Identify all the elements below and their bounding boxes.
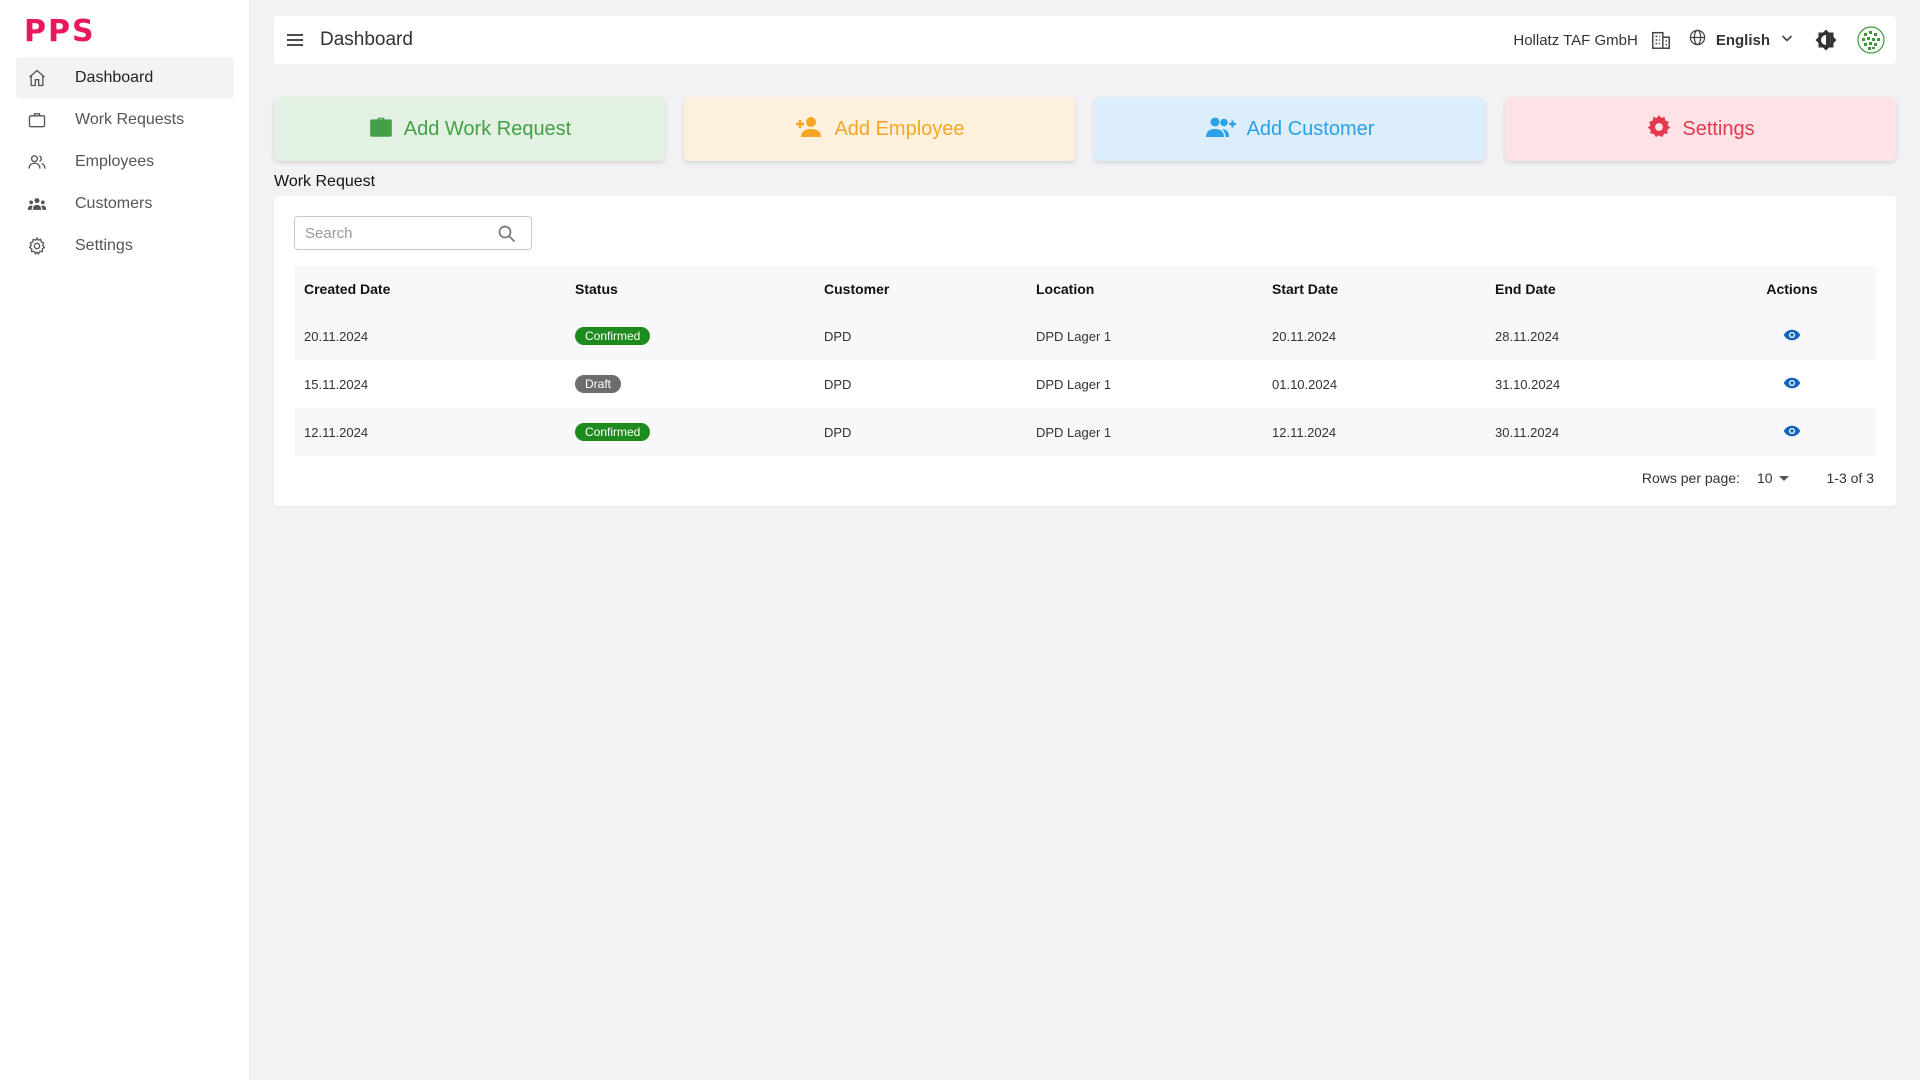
sidebar-item-label: Dashboard bbox=[75, 69, 154, 86]
customer-cell: DPD bbox=[824, 424, 852, 440]
table-row: 20.11.2024 Confirmed DPD DPD Lager 1 20.… bbox=[294, 312, 1876, 360]
location-cell: DPD Lager 1 bbox=[1036, 376, 1112, 392]
header-actions: Hollatz TAF GmbH English bbox=[1513, 16, 1896, 64]
sidebar-item-label: Settings bbox=[75, 237, 133, 254]
sidebar-item-settings[interactable]: Settings bbox=[16, 225, 234, 267]
column-header-start-date[interactable]: Start Date bbox=[1262, 266, 1485, 312]
location-cell: DPD Lager 1 bbox=[1036, 328, 1112, 344]
start-date-cell: 20.11.2024 bbox=[1272, 328, 1337, 344]
briefcase-icon bbox=[368, 114, 394, 145]
eye-icon[interactable] bbox=[1783, 329, 1801, 341]
customer-cell: DPD bbox=[824, 376, 852, 392]
status-cell: Draft bbox=[565, 360, 814, 408]
work-request-panel: Created Date Status Customer Location St… bbox=[274, 196, 1896, 506]
end-date-cell: 31.10.2024 bbox=[1495, 376, 1561, 392]
globe-icon bbox=[1688, 28, 1707, 52]
rows-per-page-label: Rows per page: bbox=[1641, 470, 1740, 486]
start-date-cell: 01.10.2024 bbox=[1272, 376, 1338, 392]
search-field[interactable] bbox=[294, 216, 532, 250]
rows-per-page-select[interactable]: 10 bbox=[1757, 470, 1789, 486]
caret-down-icon bbox=[1778, 475, 1789, 481]
action-label: Add Employee bbox=[834, 117, 965, 140]
actions-cell bbox=[1708, 408, 1876, 456]
group-add-icon bbox=[1205, 114, 1237, 145]
sidebar-item-dashboard[interactable]: Dashboard bbox=[16, 57, 234, 99]
status-badge: Confirmed bbox=[575, 327, 651, 345]
table-row: 12.11.2024 Confirmed DPD DPD Lager 1 12.… bbox=[294, 408, 1876, 456]
page-title: Dashboard bbox=[320, 29, 413, 50]
pagination: Rows per page: 10 1-3 of 3 bbox=[1642, 470, 1874, 486]
column-header-end-date[interactable]: End Date bbox=[1485, 266, 1708, 312]
settings-button[interactable]: Settings bbox=[1505, 97, 1896, 161]
action-label: Add Customer bbox=[1246, 117, 1375, 140]
home-icon bbox=[26, 67, 48, 89]
gear-icon bbox=[1646, 114, 1672, 145]
add-work-request-button[interactable]: Add Work Request bbox=[274, 97, 665, 161]
eye-icon[interactable] bbox=[1783, 425, 1801, 437]
sidebar-nav: Dashboard Work Requests Employees Custom… bbox=[16, 57, 234, 267]
top-bar: Dashboard Hollatz TAF GmbH English bbox=[274, 16, 1896, 64]
created-date-cell: 15.11.2024 bbox=[304, 376, 369, 392]
action-label: Add Work Request bbox=[403, 117, 572, 140]
building-icon[interactable] bbox=[1650, 29, 1672, 51]
app-logo[interactable]: PPS bbox=[24, 14, 96, 49]
column-header-created-date[interactable]: Created Date bbox=[294, 266, 565, 312]
sidebar-item-label: Work Requests bbox=[75, 111, 185, 128]
add-customer-button[interactable]: Add Customer bbox=[1094, 97, 1485, 161]
rows-per-page-value: 10 bbox=[1756, 470, 1773, 486]
groups-icon bbox=[26, 193, 48, 215]
language-selector[interactable]: English bbox=[1688, 28, 1794, 52]
sidebar-item-label: Customers bbox=[75, 195, 153, 212]
column-header-customer[interactable]: Customer bbox=[814, 266, 1026, 312]
column-header-status[interactable]: Status bbox=[565, 266, 814, 312]
end-date-cell: 30.11.2024 bbox=[1495, 424, 1560, 440]
action-label: Settings bbox=[1682, 117, 1755, 140]
sidebar-item-employees[interactable]: Employees bbox=[16, 141, 234, 183]
quick-actions: Add Work Request Add Employee Add Custom… bbox=[274, 97, 1896, 161]
created-date-cell: 12.11.2024 bbox=[304, 424, 369, 440]
search-icon[interactable] bbox=[497, 224, 517, 249]
person-add-icon bbox=[794, 114, 824, 145]
sidebar-item-label: Employees bbox=[75, 153, 155, 170]
start-date-cell: 12.11.2024 bbox=[1272, 424, 1337, 440]
status-badge: Draft bbox=[575, 375, 622, 393]
work-request-table: Created Date Status Customer Location St… bbox=[294, 266, 1876, 456]
gear-icon bbox=[26, 235, 48, 257]
location-cell: DPD Lager 1 bbox=[1036, 424, 1112, 440]
status-badge: Confirmed bbox=[575, 423, 651, 441]
sidebar-item-customers[interactable]: Customers bbox=[16, 183, 234, 225]
actions-cell bbox=[1708, 312, 1876, 360]
people-icon bbox=[26, 151, 48, 173]
column-header-location[interactable]: Location bbox=[1026, 266, 1262, 312]
column-header-actions: Actions bbox=[1766, 281, 1818, 297]
avatar[interactable] bbox=[1856, 25, 1886, 55]
status-cell: Confirmed bbox=[565, 408, 814, 456]
actions-cell bbox=[1708, 360, 1876, 408]
sidebar: PPS Dashboard Work Requests Employees Cu… bbox=[0, 0, 250, 1080]
end-date-cell: 28.11.2024 bbox=[1495, 328, 1560, 344]
sidebar-item-work-requests[interactable]: Work Requests bbox=[16, 99, 234, 141]
eye-icon[interactable] bbox=[1783, 377, 1801, 389]
language-label: English bbox=[1715, 31, 1770, 49]
briefcase-icon bbox=[26, 109, 48, 131]
created-date-cell: 20.11.2024 bbox=[304, 328, 369, 344]
search-input[interactable] bbox=[305, 224, 495, 242]
theme-toggle-icon[interactable] bbox=[1814, 28, 1838, 52]
chevron-down-icon bbox=[1780, 31, 1794, 50]
table-row: 15.11.2024 Draft DPD DPD Lager 1 01.10.2… bbox=[294, 360, 1876, 408]
section-title: Work Request bbox=[274, 173, 376, 190]
table-header-row: Created Date Status Customer Location St… bbox=[294, 266, 1876, 312]
customer-cell: DPD bbox=[824, 328, 852, 344]
menu-icon[interactable] bbox=[284, 29, 306, 51]
pagination-range: 1-3 of 3 bbox=[1826, 470, 1874, 486]
status-cell: Confirmed bbox=[565, 312, 814, 360]
company-name: Hollatz TAF GmbH bbox=[1513, 31, 1638, 49]
add-employee-button[interactable]: Add Employee bbox=[684, 97, 1075, 161]
